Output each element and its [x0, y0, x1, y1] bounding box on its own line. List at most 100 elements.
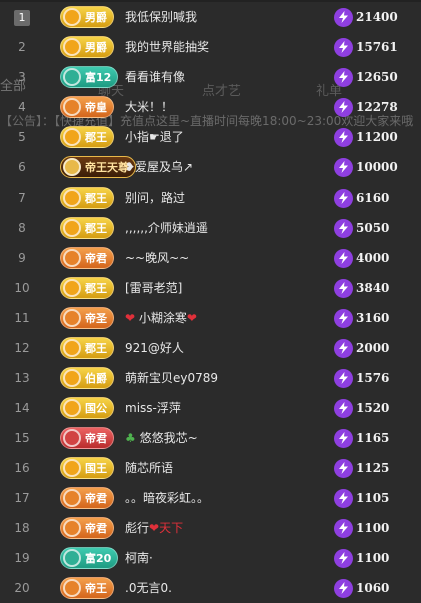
user-name[interactable]: 柯南·	[125, 543, 153, 573]
level-badge-label: 郡王	[85, 222, 107, 235]
rank-row[interactable]: 12 郡王 921@好人 2000	[0, 333, 421, 363]
level-badge: 帝圣	[60, 307, 114, 329]
rank-row[interactable]: 17 帝君 。。暗夜彩虹。。 1105	[0, 483, 421, 513]
user-name[interactable]: 我低保别喊我	[125, 2, 197, 32]
user-name[interactable]: miss-浮萍	[125, 393, 181, 423]
level-badge-icon	[63, 519, 81, 537]
rank-row[interactable]: 16 国王 随芯所语 1125	[0, 453, 421, 483]
level-badge-label: 郡王	[85, 342, 107, 355]
rank-number: 6	[18, 160, 26, 174]
score: 4000	[334, 243, 389, 273]
rank-row[interactable]: 18 帝君 彪行❤天下 1100	[0, 513, 421, 543]
rank-row[interactable]: 14 国公 miss-浮萍 1520	[0, 393, 421, 423]
rank-row[interactable]: 5 郡王 小指☛退了 11200	[0, 122, 421, 152]
rank-number: 8	[18, 221, 26, 235]
user-name[interactable]: 大米！！	[125, 92, 173, 122]
level-badge-label: 郡王	[85, 282, 107, 295]
level-badge-icon	[63, 279, 81, 297]
user-name[interactable]: 小指☛退了	[125, 122, 184, 152]
user-name[interactable]: .0无言0.	[125, 573, 172, 603]
rank-number: 13	[14, 371, 30, 385]
rank-row[interactable]: 15 帝君 ♣ 悠悠我芯~ 1165	[0, 423, 421, 453]
lightning-icon	[334, 97, 353, 117]
rank-row[interactable]: 3 富12 看看谁有像 12650	[0, 62, 421, 92]
lightning-icon	[334, 398, 353, 418]
lightning-icon	[334, 67, 353, 87]
score: 3160	[334, 303, 389, 333]
rank-row[interactable]: 7 郡王 别问，路过 6160	[0, 183, 421, 213]
level-badge-icon	[63, 219, 81, 237]
level-badge-icon	[63, 98, 81, 116]
user-name[interactable]: ♣ 悠悠我芯~	[125, 423, 198, 453]
level-badge-icon	[63, 339, 81, 357]
user-name[interactable]: 随芯所语	[125, 453, 173, 483]
rank-number: 2	[18, 40, 26, 54]
heart-icon: ❤天下	[149, 521, 184, 535]
user-name[interactable]: 看看谁有像	[125, 62, 185, 92]
level-badge-label: 帝皇	[85, 101, 107, 114]
user-name[interactable]: ❤ 小糊涂寒❤	[125, 303, 197, 333]
score: 10000	[334, 152, 398, 182]
score: 15761	[334, 32, 398, 62]
level-badge-icon	[63, 38, 81, 56]
clover-icon: ♣	[125, 431, 136, 445]
level-badge-label: 国公	[85, 402, 107, 415]
level-badge: 帝君	[60, 427, 114, 449]
level-badge: 男爵	[60, 36, 114, 58]
user-name[interactable]: 彪行❤天下	[125, 513, 183, 543]
level-badge-label: 帝君	[85, 432, 107, 445]
rank-row[interactable]: 8 郡王 ,,,,,,介师妹逍遥 5050	[0, 213, 421, 243]
lightning-icon	[334, 278, 353, 298]
user-name[interactable]: ❥爱屋及乌↗	[125, 152, 193, 182]
level-badge-label: 伯爵	[85, 372, 107, 385]
lightning-icon	[334, 188, 353, 208]
score: 1100	[334, 543, 389, 573]
user-name[interactable]: ~~晚风~~	[125, 243, 189, 273]
user-name[interactable]: 。。暗夜彩虹。。	[125, 483, 209, 513]
rank-number: 9	[18, 251, 26, 265]
user-name[interactable]: 别问，路过	[125, 183, 185, 213]
rank-row[interactable]: 11 帝圣 ❤ 小糊涂寒❤ 3160	[0, 303, 421, 333]
rank-number: 17	[14, 491, 30, 505]
level-badge-label: 帝君	[85, 252, 107, 265]
level-badge: 帝君	[60, 247, 114, 269]
level-badge-icon	[63, 399, 81, 417]
user-name[interactable]: 萌新宝贝ey0789	[125, 363, 218, 393]
user-name[interactable]: ,,,,,,介师妹逍遥	[125, 213, 208, 243]
level-badge: 郡王	[60, 337, 114, 359]
rank-row[interactable]: 4 帝皇 大米！！ 12278	[0, 92, 421, 122]
user-name[interactable]: 921@好人	[125, 333, 184, 363]
rank-row[interactable]: 9 帝君 ~~晚风~~ 4000	[0, 243, 421, 273]
rank-row[interactable]: 10 郡王 [雷哥老范] 3840	[0, 273, 421, 303]
level-badge: 郡王	[60, 217, 114, 239]
rank-row[interactable]: 20 帝王 .0无言0. 1060	[0, 573, 421, 603]
rank-number: 12	[14, 341, 30, 355]
level-badge: 富20	[60, 547, 119, 569]
score: 1576	[334, 363, 389, 393]
score: 3840	[334, 273, 389, 303]
level-badge-label: 富20	[85, 552, 112, 565]
level-badge-icon	[63, 369, 81, 387]
level-badge: 男爵	[60, 6, 114, 28]
rank-number: 14	[14, 401, 30, 415]
rank-row[interactable]: 2 男爵 我的世界能抽奖 15761	[0, 32, 421, 62]
rank-row[interactable]: 1 男爵 我低保别喊我 21400	[0, 2, 421, 32]
level-badge-label: 男爵	[85, 41, 107, 54]
level-badge: 伯爵	[60, 367, 114, 389]
level-badge-icon	[63, 68, 81, 86]
level-badge-icon	[63, 189, 81, 207]
rank-number: 4	[18, 100, 26, 114]
rank-row[interactable]: 6 帝王天尊 ❥爱屋及乌↗ 10000	[0, 152, 421, 182]
level-badge: 郡王	[60, 277, 114, 299]
rank-row[interactable]: 13 伯爵 萌新宝贝ey0789 1576	[0, 363, 421, 393]
score: 1060	[334, 573, 389, 603]
score: 1520	[334, 393, 389, 423]
rank-row[interactable]: 19 富20 柯南· 1100	[0, 543, 421, 573]
lightning-icon	[334, 37, 353, 57]
score: 5050	[334, 213, 389, 243]
level-badge-icon	[63, 429, 81, 447]
level-badge-icon	[63, 249, 81, 267]
user-name[interactable]: 我的世界能抽奖	[125, 32, 209, 62]
user-name[interactable]: [雷哥老范]	[125, 273, 182, 303]
level-badge-label: 国王	[85, 462, 107, 475]
